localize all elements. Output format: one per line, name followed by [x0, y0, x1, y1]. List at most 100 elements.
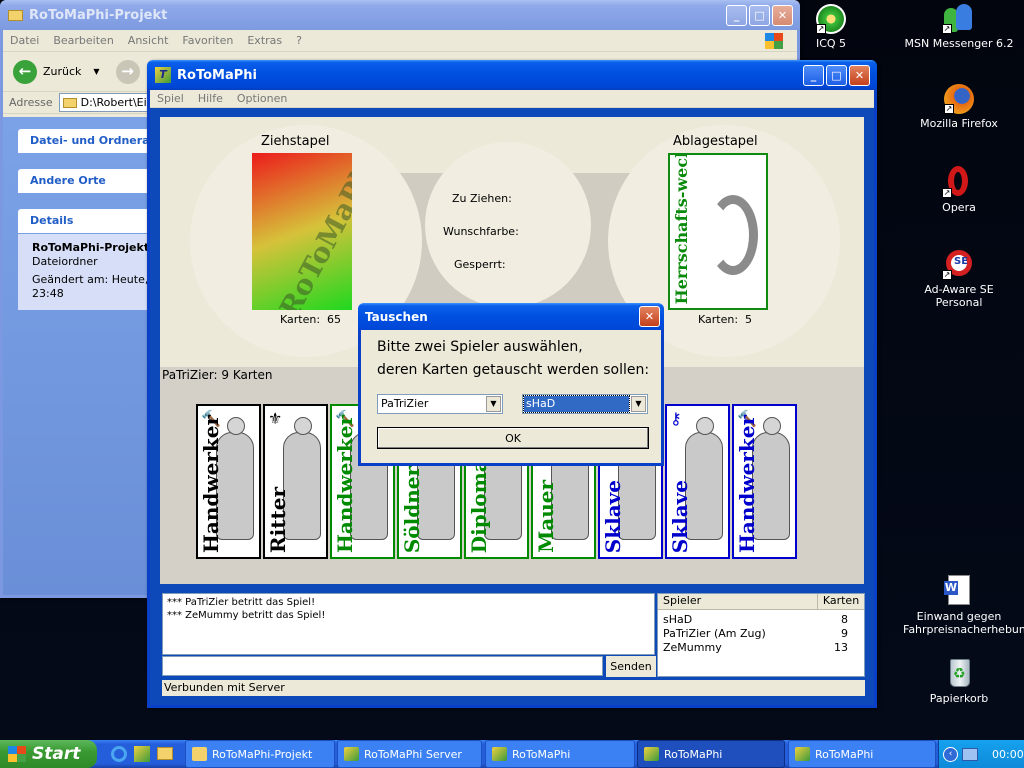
draw-pile-card[interactable]: RoToMaPhi [252, 153, 352, 310]
folder-quicklaunch-icon[interactable] [157, 747, 173, 760]
to-draw-label: Zu Ziehen: [452, 192, 512, 205]
discard-pile-count: Karten: 5 [698, 313, 753, 326]
card-symbol-icon: ⚷ [670, 409, 682, 428]
folder-icon [8, 9, 23, 21]
card-label: Handwerker [199, 415, 223, 553]
chevron-down-icon[interactable]: ▼ [631, 396, 646, 412]
firefox-icon[interactable]: ↗ Mozilla Firefox [903, 84, 1015, 130]
col-player[interactable]: Spieler [658, 594, 818, 609]
task-rotomaphi-1[interactable]: RoToMaPhi [485, 740, 635, 768]
card-label: Mauer [534, 480, 558, 553]
folder-icon [192, 747, 207, 761]
menu-extras[interactable]: Extras [247, 34, 282, 47]
game-menu-bar: Spiel Hilfe Optionen [150, 90, 874, 108]
exchange-arrows-icon [708, 195, 758, 275]
draw-pile-count: Karten: 65 [280, 313, 342, 326]
back-dropdown-icon[interactable]: ▼ [93, 67, 99, 76]
blocked-label: Gesperrt: [454, 258, 506, 271]
rotomaphi-logo-icon [644, 747, 659, 761]
status-bar: Verbunden mit Server [162, 680, 865, 696]
clock[interactable]: 00:00 [992, 748, 1024, 761]
recycle-bin-icon[interactable]: ♻ Papierkorb [903, 657, 1015, 705]
windows-flag-icon [765, 32, 783, 49]
discard-pile-card[interactable]: Herrschafts-wechsel [668, 153, 768, 310]
menu-hilfe[interactable]: Hilfe [198, 92, 223, 105]
explorer-title-bar[interactable]: RoToMaPhi-Projekt _ □ ✕ [0, 0, 800, 30]
close-button[interactable]: ✕ [772, 5, 793, 26]
hand-card[interactable]: ⚜ Ritter [263, 404, 328, 559]
tray-expand-icon[interactable]: ‹ [943, 746, 958, 762]
rotomaphi-logo-icon [492, 747, 507, 761]
card-label: Handwerker [735, 415, 759, 553]
swap-dialog: Tauschen ✕ Bitte zwei Spieler auswählen,… [358, 303, 664, 466]
back-button-label[interactable]: Zurück [43, 65, 81, 78]
send-button[interactable]: Senden [606, 656, 656, 677]
maximize-button[interactable]: □ [749, 5, 770, 26]
hand-card[interactable]: 🔨 Handwerker [196, 404, 261, 559]
address-label: Adresse [9, 96, 53, 109]
ok-button[interactable]: OK [377, 427, 649, 449]
forward-arrow-icon[interactable]: → [115, 59, 140, 84]
menu-datei[interactable]: Datei [10, 34, 39, 47]
ie-quicklaunch-icon[interactable] [111, 746, 127, 762]
player-select-1[interactable]: PaTriZier ▼ [377, 394, 503, 414]
dialog-body: Bitte zwei Spieler auswählen, deren Kart… [361, 330, 661, 463]
draw-pile-title: Ziehstapel [261, 134, 330, 149]
menu-spiel[interactable]: Spiel [157, 92, 184, 105]
discard-card-text: Herrschafts-wechsel [672, 153, 691, 304]
maximize-button[interactable]: □ [826, 65, 847, 86]
hand-card[interactable]: ⚷ Sklave [665, 404, 730, 559]
task-server[interactable]: RoToMaPhi Server [337, 740, 482, 768]
dialog-close-button[interactable]: ✕ [639, 306, 660, 327]
close-button[interactable]: ✕ [849, 65, 870, 86]
chat-line: *** PaTriZier betritt das Spiel! [167, 597, 316, 608]
back-arrow-icon[interactable]: ← [13, 59, 37, 84]
dialog-prompt-line2: deren Karten getauscht werden sollen: [377, 362, 650, 378]
chat-input[interactable] [162, 656, 603, 676]
dialog-title-bar[interactable]: Tauschen ✕ [358, 303, 664, 330]
rotomaphi-logo-icon [795, 747, 810, 761]
player-row[interactable]: ZeMummy 13 [658, 641, 864, 655]
start-button[interactable]: Start [0, 740, 97, 768]
col-cards[interactable]: Karten [818, 594, 864, 609]
task-rotomaphi-3[interactable]: RoToMaPhi [788, 740, 936, 768]
menu-bearbeiten[interactable]: Bearbeiten [53, 34, 113, 47]
card-label: Söldner [400, 465, 424, 553]
system-tray: ‹ 00:00 [938, 740, 1024, 768]
menu-help[interactable]: ? [296, 34, 302, 47]
task-rotomaphi-2[interactable]: RoToMaPhi [637, 740, 785, 768]
player-row[interactable]: sHaD 8 [658, 613, 864, 627]
game-title: RoToMaPhi [177, 67, 257, 83]
word-document-icon[interactable]: W Einwand gegen Fahrpreisnacherhebung [903, 575, 1024, 636]
rotomaphi-logo-icon: T [155, 67, 171, 83]
draw-pile-card-text: RoToMaPhi [273, 153, 352, 310]
chat-line: *** ZeMummy betritt das Spiel! [167, 610, 326, 621]
menu-ansicht[interactable]: Ansicht [128, 34, 169, 47]
minimize-button[interactable]: _ [803, 65, 824, 86]
explorer-title: RoToMaPhi-Projekt [29, 7, 168, 23]
hand-card[interactable]: 🔨 Handwerker [732, 404, 797, 559]
opera-icon[interactable]: ↗ Opera [903, 166, 1015, 214]
adaware-icon[interactable]: SE ↗ Ad-Aware SE Personal [903, 248, 1015, 309]
menu-optionen[interactable]: Optionen [237, 92, 287, 105]
game-title-bar[interactable]: T RoToMaPhi _ □ ✕ [147, 60, 877, 90]
task-explorer[interactable]: RoToMaPhi-Projekt [185, 740, 335, 768]
card-label: Ritter [266, 487, 290, 553]
hand-label: PaTriZier: 9 Karten [162, 368, 273, 382]
chat-log: *** PaTriZier betritt das Spiel! *** ZeM… [162, 593, 655, 655]
player-row[interactable]: PaTriZier (Am Zug) 9 [658, 627, 864, 641]
card-label: Sklave [668, 479, 692, 553]
rotomaphi-quicklaunch-icon[interactable] [134, 746, 150, 762]
player-list: Spieler Karten sHaD 8 PaTriZier (Am Zug) 9… [657, 593, 865, 677]
msn-messenger-icon[interactable]: ↗ MSN Messenger 6.2 [903, 2, 1015, 50]
chevron-down-icon[interactable]: ▼ [486, 396, 501, 412]
card-label: Handwerker [333, 415, 357, 553]
folder-icon [62, 97, 77, 108]
player-select-2[interactable]: sHaD ▼ [522, 394, 648, 414]
menu-favoriten[interactable]: Favoriten [182, 34, 233, 47]
windows-logo-icon [8, 746, 26, 762]
network-icon[interactable] [962, 747, 978, 761]
explorer-menu-bar: Datei Bearbeiten Ansicht Favoriten Extra… [3, 30, 797, 52]
dialog-prompt-line1: Bitte zwei Spieler auswählen, [377, 339, 583, 355]
minimize-button[interactable]: _ [726, 5, 747, 26]
